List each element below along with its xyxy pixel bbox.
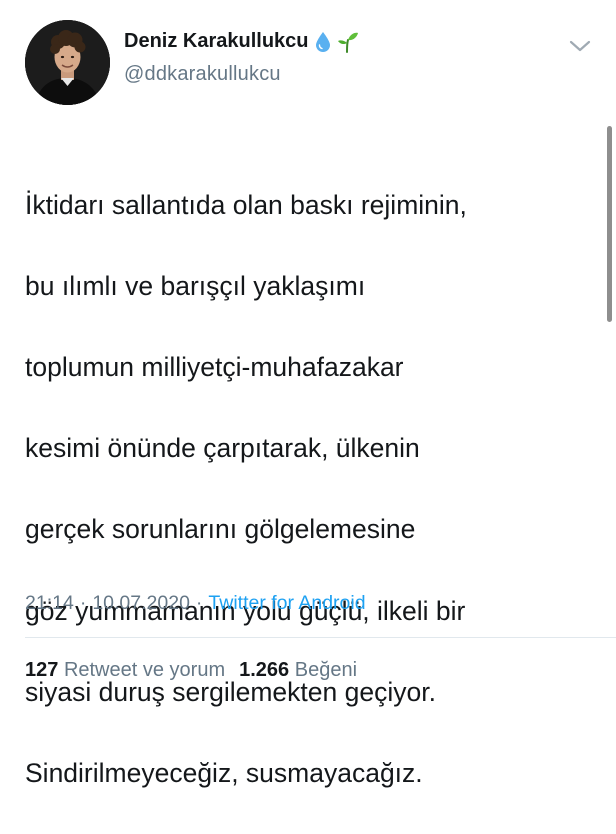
scrollbar[interactable] — [607, 126, 612, 322]
retweets-label: Retweet ve yorum — [63, 659, 226, 681]
tweet-source-link[interactable]: Twitter for Android — [208, 592, 365, 614]
name-row: Deniz Karakullukcu — [124, 30, 359, 53]
tweet-stats: 127 Retweet ve yorum 1.266 Beğeni — [25, 659, 357, 682]
tweet-line: gerçek sorunlarını gölgelemesine — [25, 514, 416, 545]
tweet-line: İktidarı sallantıda olan baskı rejiminin… — [25, 189, 467, 220]
tweet-date[interactable]: 10.07.2020 — [92, 592, 190, 614]
avatar[interactable] — [25, 20, 110, 105]
likes-count: 1.266 — [239, 659, 290, 681]
divider — [25, 637, 616, 638]
tweet-text: İktidarı sallantıda olan baskı rejiminin… — [25, 144, 590, 834]
tweet-line: toplumun milliyetçi-muhafazakar — [25, 351, 404, 382]
user-handle[interactable]: @ddkarakullukcu — [124, 63, 281, 86]
tweet-line: kesimi önünde çarpıtarak, ülkenin — [25, 433, 420, 464]
meta-separator: · — [195, 592, 203, 614]
meta-separator: · — [79, 592, 87, 614]
retweets-count: 127 — [25, 659, 59, 681]
tweet-line: Sindirilmeyeceğiz, susmayacağız. — [25, 757, 423, 788]
likes-stat[interactable]: 1.266 Beğeni — [239, 659, 357, 681]
tweet-detail: Deniz Karakullukcu @ddkarakullukcu İktid… — [0, 0, 616, 788]
chevron-down-icon[interactable] — [568, 38, 592, 54]
tweet-meta: 21:14 · 10.07.2020 · Twitter for Android — [25, 592, 366, 615]
tweet-line: bu ılımlı ve barışçıl yaklaşımı — [25, 270, 366, 301]
droplet-icon — [315, 31, 331, 53]
likes-label: Beğeni — [294, 659, 358, 681]
display-name[interactable]: Deniz Karakullukcu — [124, 30, 309, 53]
retweets-stat[interactable]: 127 Retweet ve yorum — [25, 659, 225, 681]
avatar-photo — [25, 20, 110, 105]
tweet-time[interactable]: 21:14 — [25, 592, 74, 614]
seedling-icon — [337, 31, 359, 53]
